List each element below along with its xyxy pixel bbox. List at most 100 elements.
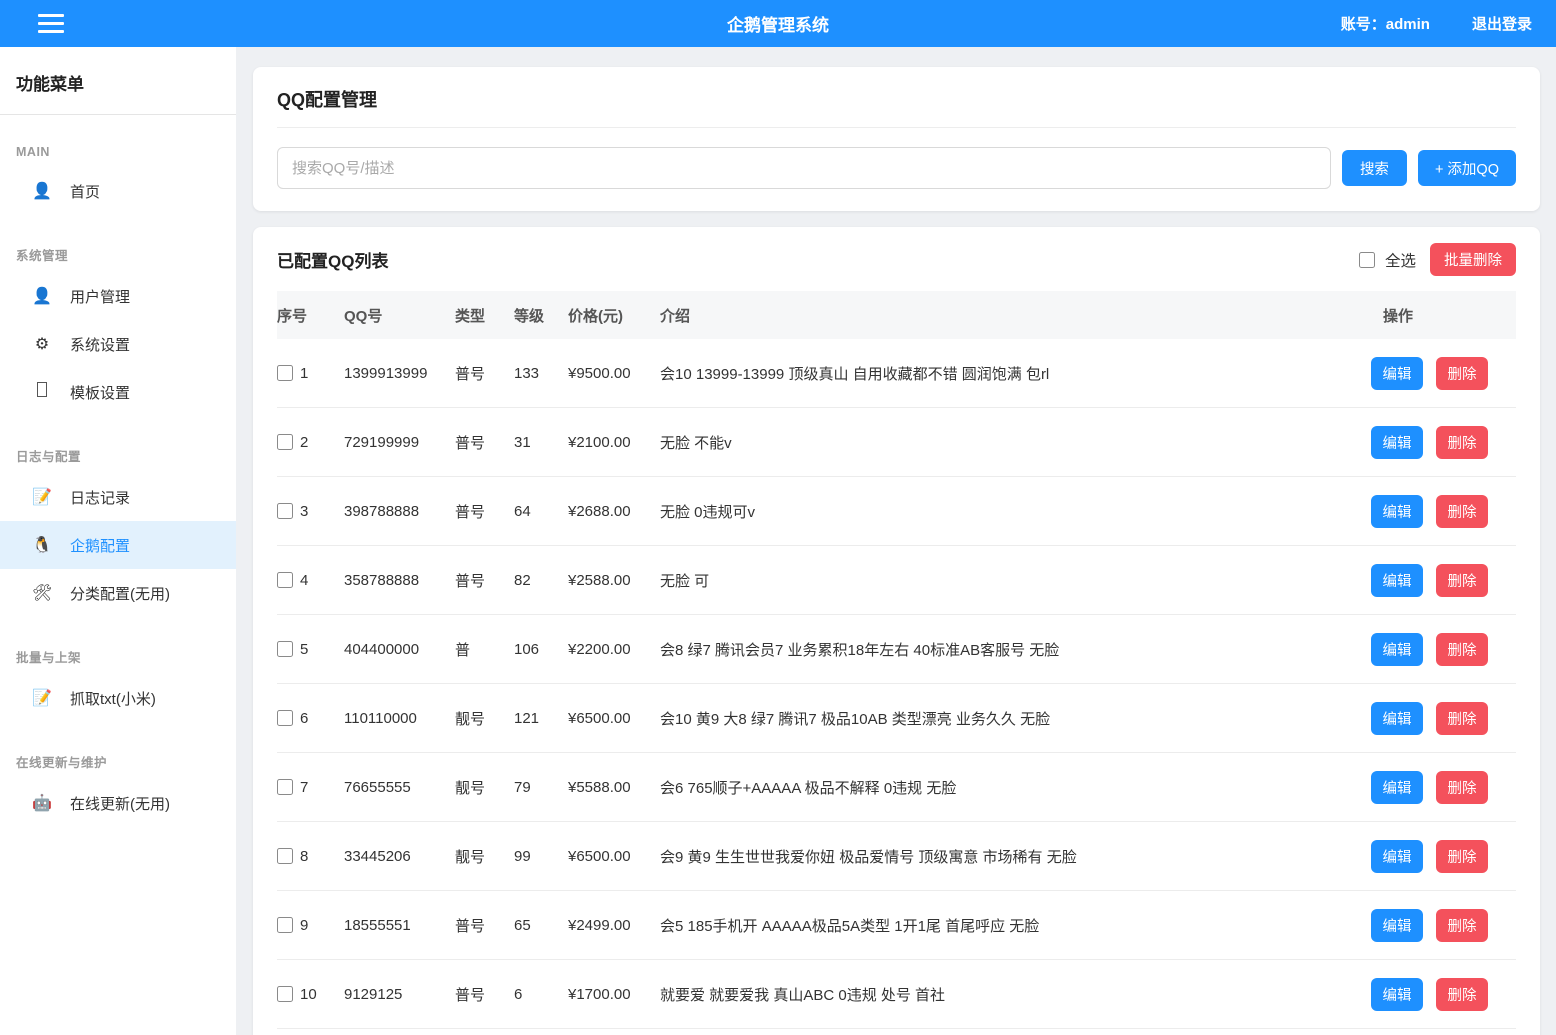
row-level: 133 (514, 365, 568, 382)
row-qq-number: 1399913999 (344, 365, 455, 382)
search-input[interactable] (277, 147, 1331, 189)
page-title: QQ配置管理 (277, 86, 1516, 128)
sidebar-section-label: 系统管理 (0, 245, 236, 264)
edit-button[interactable]: 编辑 (1371, 564, 1423, 597)
tools-icon: 🛠 (32, 583, 52, 603)
row-type: 靓号 (455, 846, 514, 867)
row-checkbox[interactable] (277, 572, 293, 588)
delete-button[interactable]: 删除 (1436, 564, 1488, 597)
top-header: 企鹅管理系统 账号：admin 退出登录 (0, 0, 1556, 47)
row-description: 无脸 0违规可v (660, 501, 1371, 522)
edit-button[interactable]: 编辑 (1371, 840, 1423, 873)
table-row: 5404400000普106¥2200.00会8 绿7 腾讯会员7 业务累积18… (277, 615, 1516, 684)
row-checkbox[interactable] (277, 503, 293, 519)
row-price: ¥1700.00 (568, 986, 660, 1003)
sidebar-item-user[interactable]: 👤用户管理 (0, 272, 236, 320)
user-icon: 👤 (32, 286, 52, 306)
edit-button[interactable]: 编辑 (1371, 978, 1423, 1011)
delete-button[interactable]: 删除 (1436, 771, 1488, 804)
delete-button[interactable]: 删除 (1436, 840, 1488, 873)
list-title: 已配置QQ列表 (277, 247, 388, 272)
delete-button[interactable]: 删除 (1436, 426, 1488, 459)
row-index: 10 (300, 986, 317, 1003)
row-description: 会10 13999-13999 顶级真山 自用收藏都不错 圆润饱满 包rl (660, 363, 1371, 384)
col-header-price: 价格(元) (568, 305, 660, 326)
logout-link[interactable]: 退出登录 (1472, 13, 1532, 34)
row-description: 会8 绿7 腾讯会员7 业务累积18年左右 40标准AB客服号 无脸 (660, 639, 1371, 660)
delete-button[interactable]: 删除 (1436, 633, 1488, 666)
add-qq-button[interactable]: + 添加QQ (1418, 150, 1516, 186)
sidebar-item-robot[interactable]: 🤖在线更新(无用) (0, 779, 236, 827)
row-index: 1 (300, 365, 308, 382)
row-index: 9 (300, 917, 308, 934)
edit-button[interactable]: 编辑 (1371, 909, 1423, 942)
row-description: 会10 黄9 大8 绿7 腾讯7 极品10AB 类型漂亮 业务久久 无脸 (660, 708, 1371, 729)
table-row: 4358788888普号82¥2588.00无脸 可编辑删除 (277, 546, 1516, 615)
sidebar-section-label: 在线更新与维护 (0, 752, 236, 771)
qq-config-card: QQ配置管理 搜索 + 添加QQ (253, 67, 1540, 211)
select-all-label: 全选 (1385, 249, 1416, 271)
row-description: 无脸 可 (660, 570, 1371, 591)
row-description: 会6 765顺子+AAAAA 极品不解释 0违规 无脸 (660, 777, 1371, 798)
row-price: ¥2688.00 (568, 503, 660, 520)
row-description: 无脸 不能v (660, 432, 1371, 453)
penguin-icon: 🐧 (32, 535, 52, 555)
row-checkbox[interactable] (277, 710, 293, 726)
row-qq-number: 33445206 (344, 848, 455, 865)
main-content: QQ配置管理 搜索 + 添加QQ 已配置QQ列表 全选 批量删除 序号 Q (236, 47, 1556, 1035)
edit-button[interactable]: 编辑 (1371, 357, 1423, 390)
sidebar-item-log[interactable]: 📝日志记录 (0, 473, 236, 521)
col-header-desc: 介绍 (660, 305, 1371, 326)
edit-button[interactable]: 编辑 (1371, 702, 1423, 735)
edit-button[interactable]: 编辑 (1371, 771, 1423, 804)
robot-icon: 🤖 (32, 793, 52, 813)
row-type: 靓号 (455, 777, 514, 798)
table-row: 109129125普号6¥1700.00就要爱 就要爱我 真山ABC 0违规 处… (277, 960, 1516, 1029)
batch-delete-button[interactable]: 批量删除 (1430, 243, 1516, 276)
sidebar-item-label: 企鹅配置 (70, 535, 130, 556)
edit-button[interactable]: 编辑 (1371, 495, 1423, 528)
col-header-type: 类型 (455, 305, 514, 326)
sidebar-item-home[interactable]: 👤首页 (0, 167, 236, 215)
row-level: 99 (514, 848, 568, 865)
hamburger-menu-icon[interactable] (38, 14, 64, 33)
row-checkbox[interactable] (277, 434, 293, 450)
delete-button[interactable]: 删除 (1436, 702, 1488, 735)
sidebar-item-grab-txt[interactable]: 📝抓取txt(小米) (0, 674, 236, 722)
row-qq-number: 729199999 (344, 434, 455, 451)
sidebar-item-label: 日志记录 (70, 487, 130, 508)
sidebar-item-tools[interactable]: 🛠分类配置(无用) (0, 569, 236, 617)
row-checkbox[interactable] (277, 641, 293, 657)
sidebar-section: 批量与上架📝抓取txt(小米) (0, 647, 236, 722)
row-level: 79 (514, 779, 568, 796)
delete-button[interactable]: 删除 (1436, 495, 1488, 528)
row-checkbox[interactable] (277, 365, 293, 381)
row-checkbox[interactable] (277, 986, 293, 1002)
sidebar-nav: MAIN👤首页系统管理👤用户管理⚙系统设置模板设置日志与配置📝日志记录🐧企鹅配置… (0, 145, 236, 827)
delete-button[interactable]: 删除 (1436, 357, 1488, 390)
row-checkbox[interactable] (277, 917, 293, 933)
row-checkbox[interactable] (277, 848, 293, 864)
row-index: 3 (300, 503, 308, 520)
row-checkbox[interactable] (277, 779, 293, 795)
sidebar-item-template[interactable]: 模板设置 (0, 368, 236, 416)
row-qq-number: 404400000 (344, 641, 455, 658)
sidebar-item-gear[interactable]: ⚙系统设置 (0, 320, 236, 368)
table-row: 918555551普号65¥2499.00会5 185手机开 AAAAA极品5A… (277, 891, 1516, 960)
row-type: 普号 (455, 501, 514, 522)
edit-button[interactable]: 编辑 (1371, 426, 1423, 459)
edit-button[interactable]: 编辑 (1371, 633, 1423, 666)
sidebar-section-label: MAIN (0, 145, 236, 159)
delete-button[interactable]: 删除 (1436, 978, 1488, 1011)
delete-button[interactable]: 删除 (1436, 909, 1488, 942)
row-description: 就要爱 就要爱我 真山ABC 0违规 处号 首社 (660, 984, 1371, 1005)
row-index: 4 (300, 572, 308, 589)
sidebar-section: 在线更新与维护 🤖在线更新(无用) (0, 752, 236, 827)
sidebar-item-penguin[interactable]: 🐧 企鹅配置 (0, 521, 236, 569)
col-header-qq: QQ号 (344, 305, 455, 326)
select-all-checkbox[interactable] (1359, 252, 1375, 268)
row-price: ¥9500.00 (568, 365, 660, 382)
row-qq-number: 358788888 (344, 572, 455, 589)
search-button[interactable]: 搜索 (1342, 150, 1407, 186)
row-price: ¥5588.00 (568, 779, 660, 796)
